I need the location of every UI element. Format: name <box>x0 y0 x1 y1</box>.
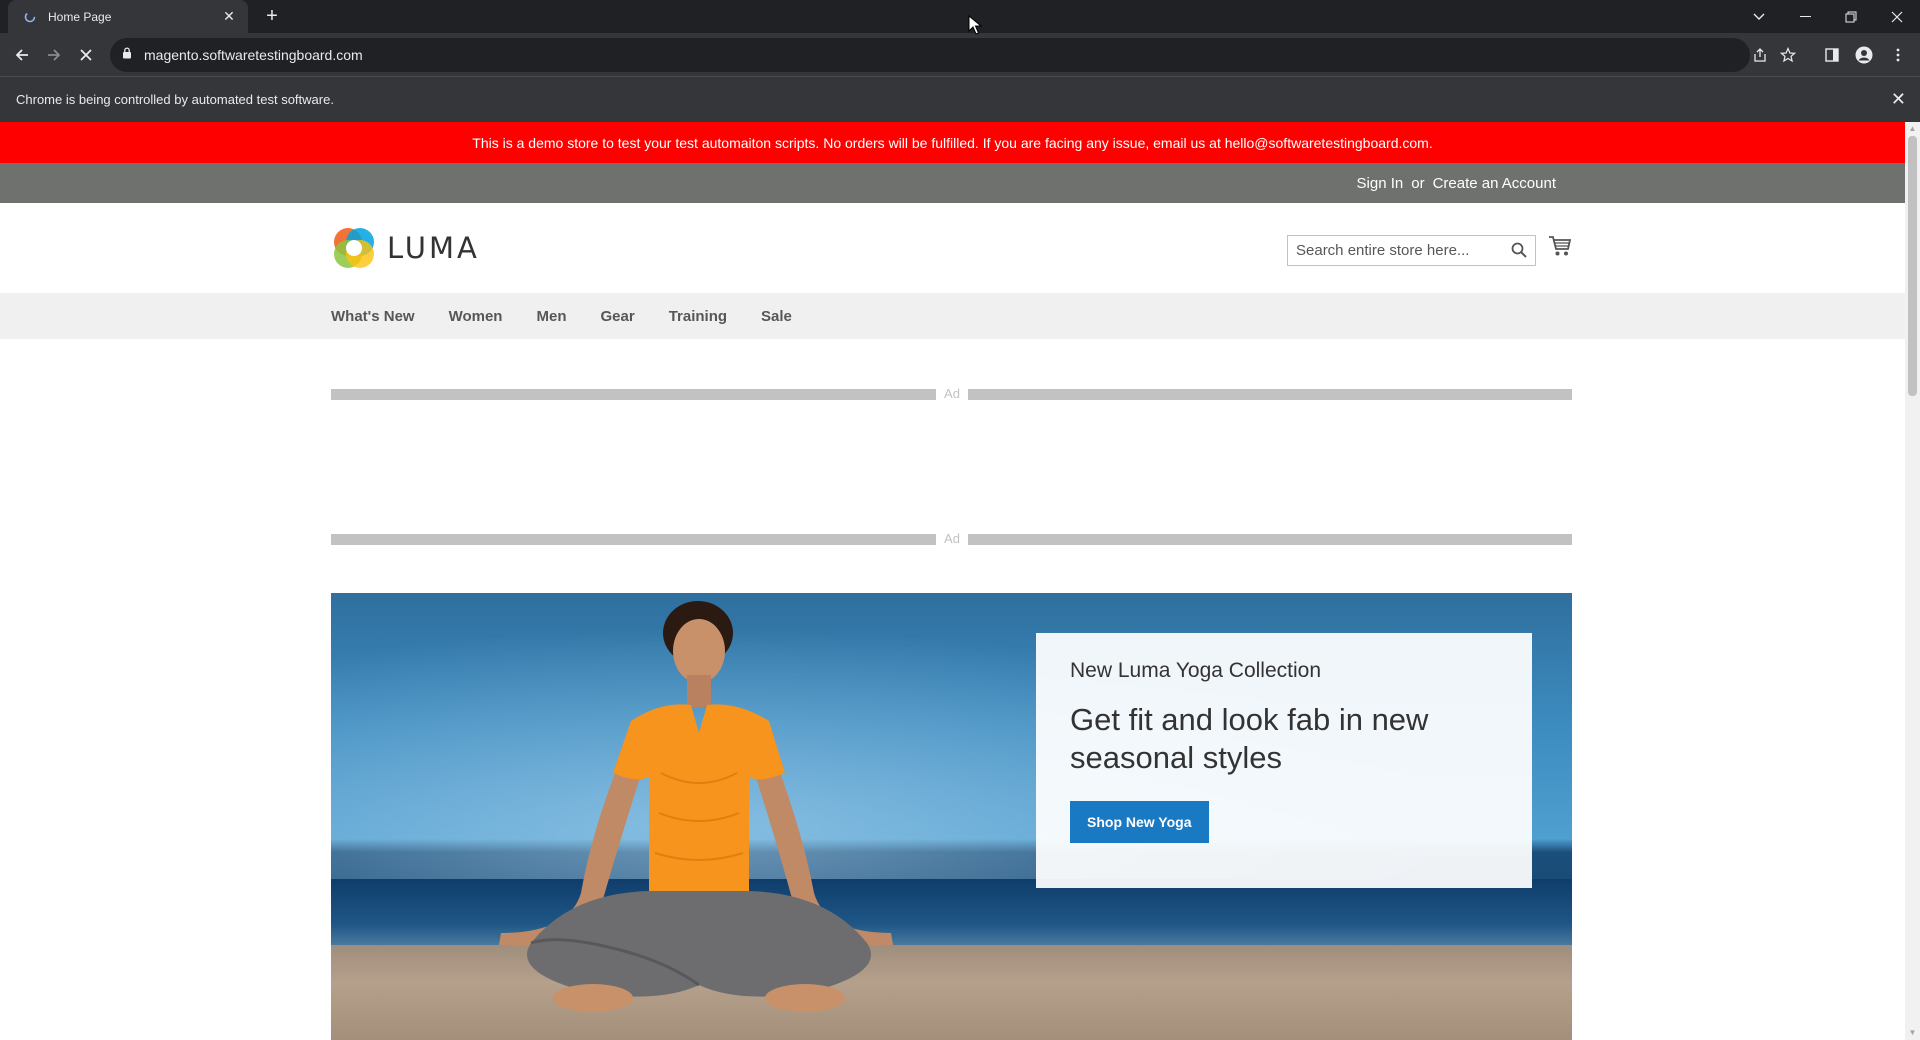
nav-item-women[interactable]: Women <box>449 308 503 325</box>
ad-divider-top: Ad <box>331 386 1572 401</box>
ad-label: Ad <box>944 386 960 401</box>
lock-icon[interactable] <box>122 46 132 64</box>
page-scrollbar[interactable]: ▲ ▼ <box>1905 122 1920 1040</box>
hero-subtitle: New Luma Yoga Collection <box>1070 659 1321 682</box>
demo-notice-banner: This is a demo store to test your test a… <box>0 122 1905 163</box>
nav-item-men[interactable]: Men <box>536 308 566 325</box>
scroll-up-icon[interactable]: ▲ <box>1908 124 1917 133</box>
ad-divider-bar <box>331 534 936 545</box>
restore-button[interactable] <box>1828 0 1874 33</box>
sign-in-link[interactable]: Sign In <box>1357 175 1404 192</box>
infobar-message: Chrome is being controlled by automated … <box>16 92 334 107</box>
cart-icon[interactable] <box>1548 235 1572 262</box>
luma-logo-icon <box>334 228 374 268</box>
search-box[interactable] <box>1287 235 1536 266</box>
main-navigation: What's New Women Men Gear Training Sale <box>0 293 1905 339</box>
browser-toolbar: magento.softwaretestingboard.com <box>0 33 1920 76</box>
side-panel-icon[interactable] <box>1818 41 1846 69</box>
demo-notice-text: This is a demo store to test your test a… <box>472 134 1433 151</box>
page-viewport: This is a demo store to test your test a… <box>0 122 1905 1040</box>
infobar-close-icon[interactable]: ✕ <box>1891 89 1906 110</box>
stop-loading-button[interactable] <box>72 41 100 69</box>
nav-item-whats-new[interactable]: What's New <box>331 308 415 325</box>
minimize-button[interactable] <box>1782 0 1828 33</box>
browser-tab-bar: Home Page ✕ + <box>0 0 1920 33</box>
panel-header: Sign In or Create an Account <box>0 163 1905 203</box>
close-window-button[interactable] <box>1874 0 1920 33</box>
scroll-down-icon[interactable]: ▼ <box>1908 1028 1917 1037</box>
hero-promo-box: New Luma Yoga Collection Get fit and loo… <box>1036 633 1532 888</box>
url-text: magento.softwaretestingboard.com <box>144 47 363 63</box>
forward-button[interactable] <box>40 41 68 69</box>
hero-title: Get fit and look fab in new seasonal sty… <box>1070 702 1429 775</box>
search-icon[interactable] <box>1511 242 1527 263</box>
page-loading-icon <box>22 9 38 25</box>
nav-item-gear[interactable]: Gear <box>600 308 634 325</box>
browser-menu-icon[interactable] <box>1884 41 1912 69</box>
nav-item-training[interactable]: Training <box>669 308 727 325</box>
tab-close-icon[interactable]: ✕ <box>220 8 238 25</box>
new-tab-button[interactable]: + <box>260 5 284 29</box>
shop-new-yoga-button[interactable]: Shop New Yoga <box>1070 801 1209 843</box>
automation-infobar: Chrome is being controlled by automated … <box>0 76 1920 122</box>
luma-logo[interactable]: LUMA <box>331 225 480 271</box>
logo-text: LUMA <box>387 231 480 265</box>
header-links: Sign In or Create an Account <box>1357 163 1556 203</box>
back-button[interactable] <box>8 41 36 69</box>
create-account-link[interactable]: Create an Account <box>1433 175 1556 192</box>
address-bar[interactable]: magento.softwaretestingboard.com <box>110 38 1796 72</box>
ad-divider-bar <box>968 389 1572 400</box>
search-input[interactable] <box>1296 242 1496 259</box>
site-header: LUMA <box>0 203 1905 293</box>
browser-tab[interactable]: Home Page ✕ <box>8 0 248 33</box>
ad-label: Ad <box>944 531 960 546</box>
scroll-thumb[interactable] <box>1908 136 1917 396</box>
ad-divider-bar <box>968 534 1572 545</box>
tab-search-icon[interactable] <box>1736 0 1782 33</box>
ad-divider-bar <box>331 389 936 400</box>
tab-title: Home Page <box>48 9 112 24</box>
ad-divider-bottom: Ad <box>331 531 1572 546</box>
hero-banner[interactable]: New Luma Yoga Collection Get fit and loo… <box>331 593 1572 1040</box>
mouse-cursor-icon <box>968 15 982 35</box>
header-links-separator: or <box>1411 174 1425 192</box>
bookmark-star-icon[interactable] <box>1774 38 1802 72</box>
share-icon[interactable] <box>1746 38 1774 72</box>
nav-item-sale[interactable]: Sale <box>761 308 792 325</box>
profile-icon[interactable] <box>1850 41 1878 69</box>
